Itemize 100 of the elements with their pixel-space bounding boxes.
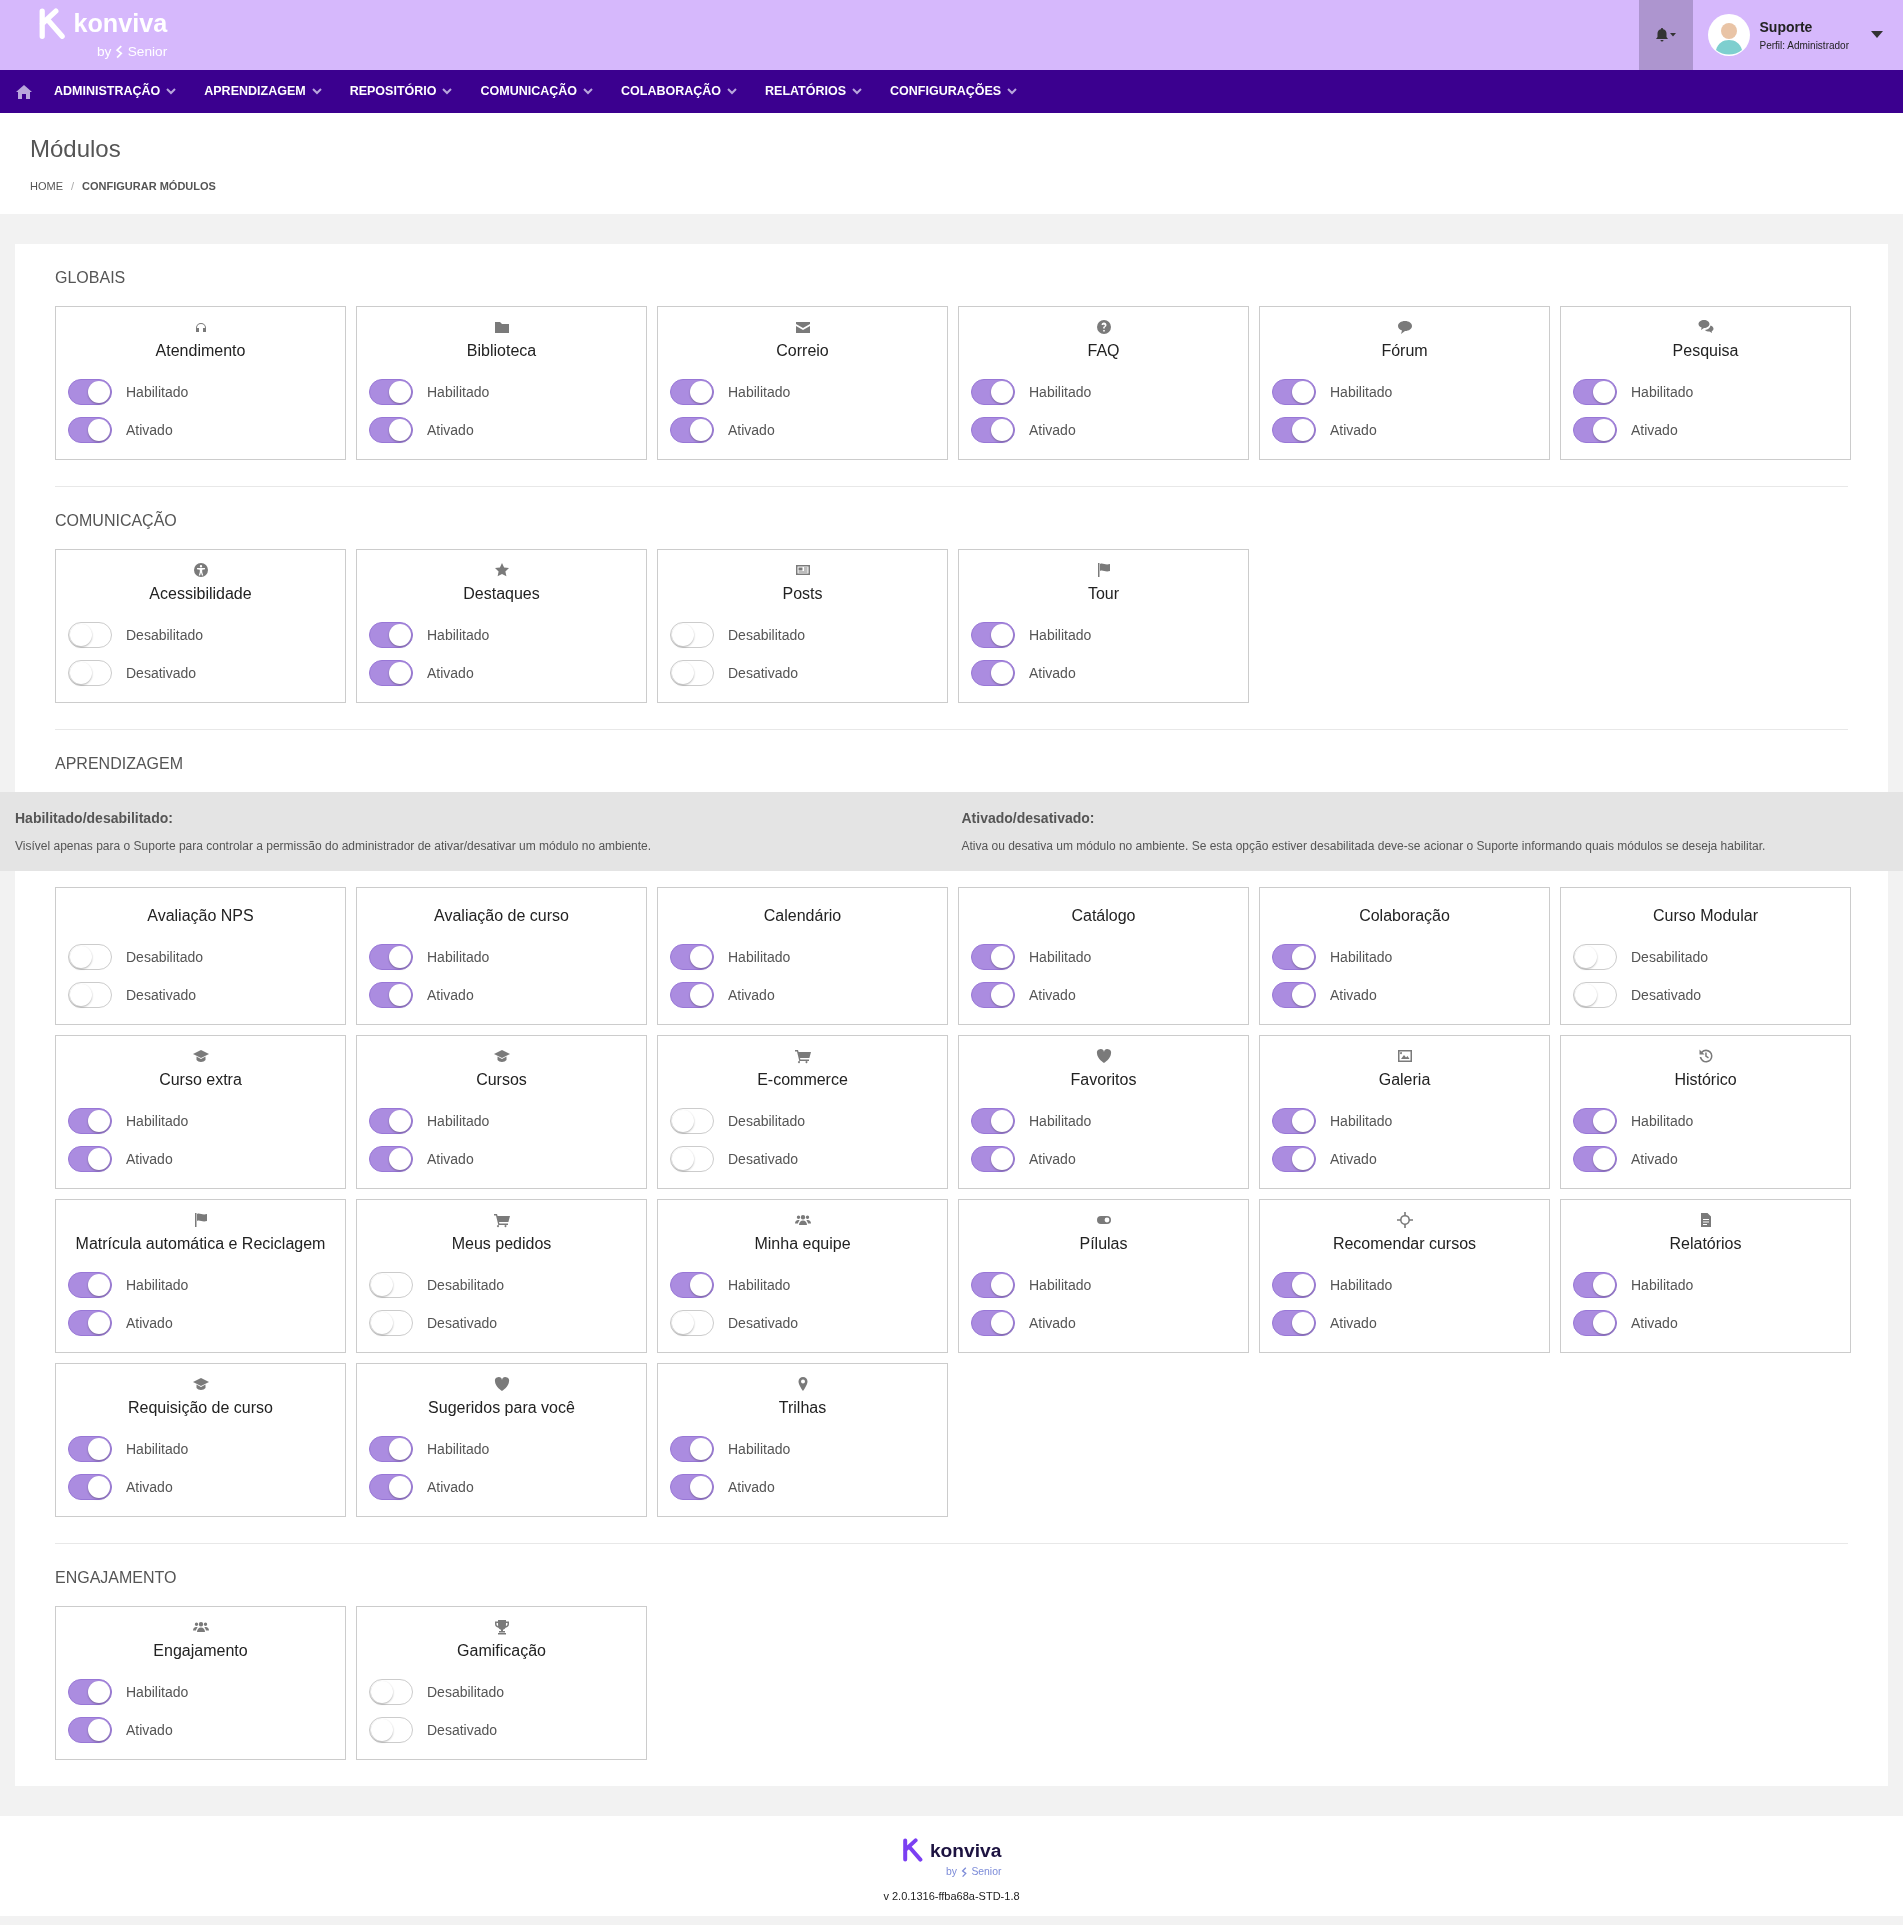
toggle-switch[interactable] <box>68 1310 112 1337</box>
toggle-switch[interactable] <box>369 1108 413 1135</box>
toggle-switch[interactable] <box>670 1146 714 1173</box>
toggle-label: Habilitado <box>427 1439 490 1459</box>
toggle-switch[interactable] <box>1272 1272 1316 1299</box>
toggle-switch[interactable] <box>68 982 112 1009</box>
image-icon <box>1396 1048 1413 1065</box>
nav-menu-item[interactable]: COMUNICAÇÃO <box>466 82 607 101</box>
toggle-switch[interactable] <box>1272 1310 1316 1337</box>
chevron-icon <box>166 88 177 95</box>
toggle-switch[interactable] <box>369 944 413 971</box>
toggle-switch[interactable] <box>369 1310 413 1337</box>
module-name: Gamificação <box>457 1642 546 1660</box>
toggle-switch[interactable] <box>369 1146 413 1173</box>
toggle-switch[interactable] <box>971 944 1015 971</box>
toggle-switch[interactable] <box>369 1717 413 1744</box>
nav-menu-item[interactable]: RELATÓRIOS <box>751 82 877 101</box>
user-profile: Perfil: Administrador <box>1759 39 1849 53</box>
toggle-switch[interactable] <box>68 1679 112 1706</box>
toggle-switch[interactable] <box>369 1679 413 1706</box>
toggle-switch[interactable] <box>971 1146 1015 1173</box>
toggle-switch[interactable] <box>68 1146 112 1173</box>
toggle-switch[interactable] <box>1272 944 1316 971</box>
nav-menu-item[interactable]: APRENDIZAGEM <box>190 82 336 101</box>
toggle-switch[interactable] <box>68 1717 112 1744</box>
toggle-switch[interactable] <box>670 1474 714 1501</box>
toggle-switch[interactable] <box>1573 379 1617 406</box>
nav-menu-item[interactable]: COLABORAÇÃO <box>607 82 751 101</box>
toggle-switch[interactable] <box>1573 1310 1617 1337</box>
speech-bubble-icon <box>1396 319 1413 336</box>
toggle-switch[interactable] <box>68 1272 112 1299</box>
toggle-label: Ativado <box>427 663 474 683</box>
toggle-switch[interactable] <box>670 622 714 649</box>
toggle-switch[interactable] <box>68 944 112 971</box>
home-icon[interactable] <box>16 84 32 99</box>
toggle-switch[interactable] <box>369 982 413 1009</box>
toggle-switch[interactable] <box>1272 379 1316 406</box>
nav-menu-item[interactable]: CONFIGURAÇÕES <box>876 82 1032 101</box>
toggle-switch[interactable] <box>68 622 112 649</box>
toggle-switch[interactable] <box>1272 417 1316 444</box>
toggle-switch[interactable] <box>971 622 1015 649</box>
toggle-switch[interactable] <box>670 1310 714 1337</box>
envelope-icon <box>794 319 811 336</box>
toggle-switch[interactable] <box>1272 982 1316 1009</box>
module-name: Meus pedidos <box>451 1235 552 1253</box>
toggle-switch[interactable] <box>369 379 413 406</box>
user-menu[interactable]: Suporte Perfil: Administrador <box>1692 14 1903 56</box>
toggle-switch[interactable] <box>971 1108 1015 1135</box>
toggle-switch[interactable] <box>1573 1272 1617 1299</box>
toggle-switch[interactable] <box>1272 1146 1316 1173</box>
toggle-switch[interactable] <box>971 417 1015 444</box>
nav-menu-item[interactable]: REPOSITÓRIO <box>335 82 467 101</box>
module-name: Avaliação de curso <box>434 907 569 925</box>
toggle-switch[interactable] <box>68 1436 112 1463</box>
toggle-label: Habilitado <box>427 947 490 967</box>
toggle-switch[interactable] <box>971 379 1015 406</box>
toggle-switch[interactable] <box>68 1474 112 1501</box>
nav-menu-item[interactable]: ADMINISTRAÇÃO <box>40 82 191 101</box>
toggle-switch[interactable] <box>1573 1146 1617 1173</box>
toggle-label: Desabilitado <box>126 625 204 645</box>
toggle-switch[interactable] <box>68 1108 112 1135</box>
toggle-switch[interactable] <box>971 982 1015 1009</box>
flag-icon <box>192 1212 209 1229</box>
toggle-switch[interactable] <box>68 379 112 406</box>
toggle-switch[interactable] <box>670 1436 714 1463</box>
toggle-switch[interactable] <box>68 417 112 444</box>
toggle-switch[interactable] <box>670 417 714 444</box>
toggle-switch[interactable] <box>1573 944 1617 971</box>
toggle-label: Habilitado <box>126 1275 189 1295</box>
logo-brand-text: Senior <box>971 1864 1002 1879</box>
toggle-switch[interactable] <box>670 982 714 1009</box>
toggle-switch[interactable] <box>369 1474 413 1501</box>
toggle-switch[interactable] <box>971 1272 1015 1299</box>
toggle-switch[interactable] <box>68 660 112 687</box>
trophy-icon <box>493 1619 510 1636</box>
toggle-switch[interactable] <box>1272 1108 1316 1135</box>
toggle-label: Desativado <box>126 663 197 683</box>
toggle-switch[interactable] <box>369 417 413 444</box>
toggle-label: Ativado <box>1029 420 1076 440</box>
breadcrumb-link[interactable]: HOME <box>30 177 63 195</box>
toggle-label: Habilitado <box>427 625 490 645</box>
notifications-button[interactable] <box>1638 0 1693 70</box>
toggle-switch[interactable] <box>1573 982 1617 1009</box>
toggle-switch[interactable] <box>670 1272 714 1299</box>
toggle-switch[interactable] <box>1573 417 1617 444</box>
module-name: Pílulas <box>1079 1235 1128 1253</box>
toggle-switch[interactable] <box>971 660 1015 687</box>
toggle-label: Habilitado <box>728 1275 791 1295</box>
toggle-switch[interactable] <box>369 622 413 649</box>
toggle-switch[interactable] <box>670 1108 714 1135</box>
toggle-switch[interactable] <box>369 1272 413 1299</box>
toggle-switch[interactable] <box>670 660 714 687</box>
toggle-switch[interactable] <box>369 1436 413 1463</box>
toggle-switch[interactable] <box>1573 1108 1617 1135</box>
section-heading: COMUNICAÇÃO <box>55 510 178 532</box>
graduation-cap-icon <box>192 1376 209 1393</box>
toggle-switch[interactable] <box>670 379 714 406</box>
toggle-switch[interactable] <box>369 660 413 687</box>
toggle-switch[interactable] <box>670 944 714 971</box>
toggle-switch[interactable] <box>971 1310 1015 1337</box>
